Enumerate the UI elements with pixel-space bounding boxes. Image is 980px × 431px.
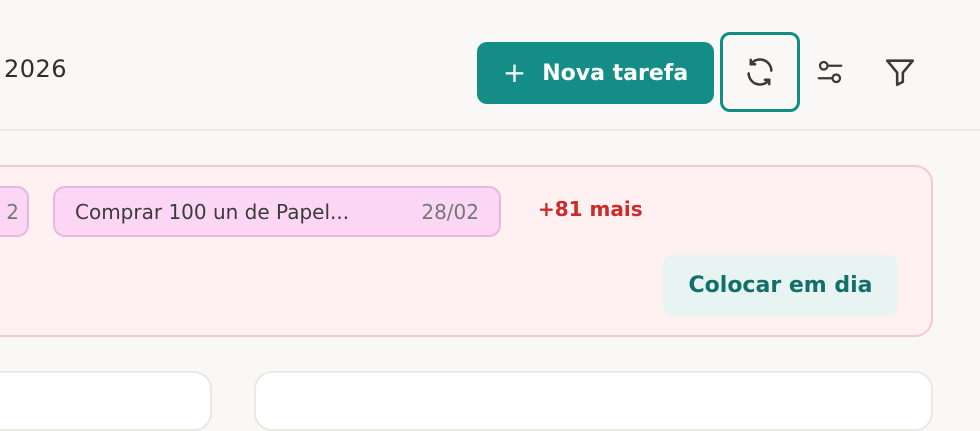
filter-icon <box>885 59 915 87</box>
filter-button[interactable] <box>860 32 940 112</box>
chip-date: 28/02 <box>421 199 479 224</box>
refresh-button[interactable] <box>720 32 800 112</box>
catch-up-button[interactable]: Colocar em dia <box>663 255 898 316</box>
refresh-icon <box>747 58 773 86</box>
overdue-task-chip[interactable]: 2 <box>0 186 29 237</box>
chip-date: 2 <box>6 199 19 224</box>
settings-sliders-button[interactable] <box>790 32 870 112</box>
new-task-button[interactable]: + Nova tarefa <box>477 42 714 104</box>
page-header: 2026 + Nova tarefa <box>0 0 980 131</box>
sliders-icon <box>817 60 843 84</box>
date-label: 2026 <box>4 55 68 83</box>
overdue-task-chip[interactable]: Comprar 100 un de Papel... 28/02 <box>53 186 501 237</box>
new-task-label: Nova tarefa <box>542 60 689 86</box>
summary-card <box>0 371 212 431</box>
plus-icon: + <box>502 56 527 89</box>
chip-title: Comprar 100 un de Papel... <box>75 199 350 224</box>
more-overdue-link[interactable]: +81 mais <box>538 197 643 221</box>
summary-card <box>254 371 933 431</box>
